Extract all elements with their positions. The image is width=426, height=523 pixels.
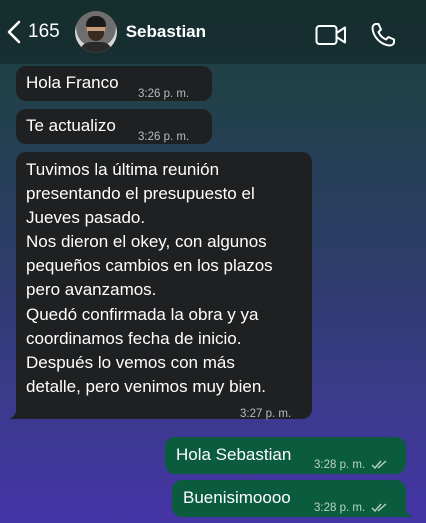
phone-icon[interactable] xyxy=(370,22,396,48)
chat-header: 165 Sebastian xyxy=(0,0,426,64)
message-bubble[interactable]: Hola Sebastian 3:28 p. m. xyxy=(165,437,406,474)
message-time: 3:28 p. m. xyxy=(314,454,388,476)
message-bubble[interactable]: Buenisimoooo 3:28 p. m. xyxy=(172,480,413,519)
chevron-left-icon xyxy=(7,20,21,44)
message-time: 3:26 p. m. xyxy=(138,88,190,100)
message-time-text: 3:28 p. m. xyxy=(314,502,366,514)
message-text: Hola Sebastian xyxy=(176,445,292,464)
message-text: Hola Franco xyxy=(26,73,119,92)
back-button[interactable]: 165 xyxy=(6,19,60,45)
message-bubble[interactable]: Tuvimos la última reunión presentando el… xyxy=(9,152,312,420)
unread-count: 165 xyxy=(28,21,60,42)
double-check-icon xyxy=(371,503,387,513)
double-check-icon xyxy=(371,460,387,470)
avatar[interactable] xyxy=(74,11,117,53)
message-text: Te actualizo xyxy=(26,116,116,135)
message-time: 3:28 p. m. xyxy=(314,497,388,519)
bubble-tail xyxy=(9,405,23,419)
message-time: 3:27 p. m. xyxy=(240,408,292,420)
contact-name[interactable]: Sebastian xyxy=(126,22,206,42)
message-bubble[interactable]: Hola Franco 3:26 p. m. xyxy=(16,66,212,101)
message-text: Buenisimoooo xyxy=(183,488,291,507)
message-text: Tuvimos la última reunión presentando el… xyxy=(26,160,273,396)
bubble-tail xyxy=(399,503,413,517)
video-camera-icon[interactable] xyxy=(315,24,347,46)
message-time-text: 3:28 p. m. xyxy=(314,459,366,471)
message-time: 3:26 p. m. xyxy=(138,131,190,143)
message-bubble[interactable]: Te actualizo 3:26 p. m. xyxy=(16,109,212,144)
